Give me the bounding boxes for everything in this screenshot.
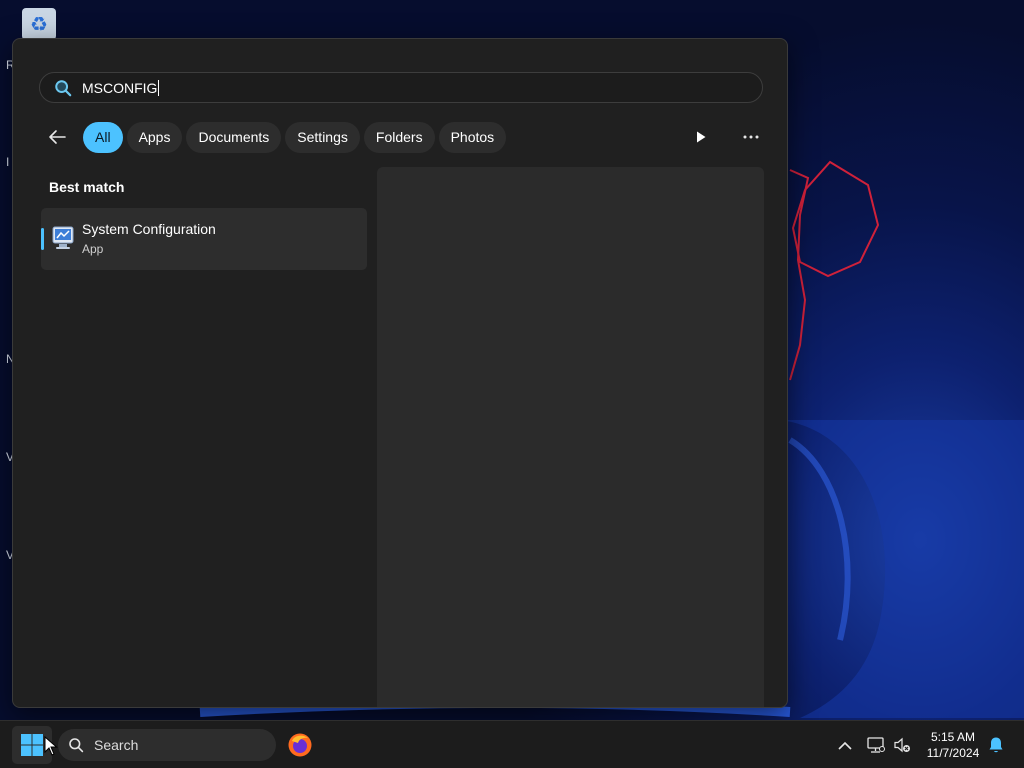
more-horizontal-icon	[743, 135, 759, 139]
search-input[interactable]: MSCONFIG	[82, 79, 762, 96]
clock-date: 11/7/2024	[926, 746, 980, 760]
firefox-taskbar-button[interactable]	[286, 731, 314, 759]
options-button[interactable]	[733, 121, 769, 153]
show-hidden-icons-button[interactable]	[835, 735, 855, 755]
search-icon	[55, 79, 72, 96]
filter-tab-photos[interactable]: Photos	[438, 121, 507, 153]
best-match-heading: Best match	[49, 179, 125, 195]
firefox-icon	[288, 733, 312, 757]
taskbar-search-label: Search	[94, 737, 139, 753]
filter-tab-settings[interactable]: Settings	[285, 121, 360, 153]
back-button[interactable]	[39, 121, 75, 153]
filter-row-tools	[669, 121, 769, 153]
play-icon	[697, 131, 706, 143]
volume-muted-icon	[894, 737, 910, 753]
search-box[interactable]: MSCONFIG	[39, 72, 763, 103]
windows-logo-icon	[21, 734, 43, 756]
network-icon	[867, 737, 885, 753]
start-search-panel: MSCONFIG All Apps Documents Settings Fol…	[12, 38, 788, 708]
notifications-button[interactable]	[986, 735, 1006, 755]
filter-tab-documents[interactable]: Documents	[186, 121, 282, 153]
search-query-text: MSCONFIG	[82, 79, 158, 96]
bell-icon	[989, 737, 1003, 753]
best-match-result[interactable]: System Configuration App	[41, 208, 367, 270]
taskbar: Search 5:15 AM 11/7/2024	[0, 720, 1024, 768]
desktop-icon-label-fragment: I	[6, 155, 10, 169]
arrow-left-icon	[49, 130, 66, 144]
system-configuration-icon	[52, 226, 74, 249]
mouse-cursor-icon	[44, 736, 58, 756]
network-status-button[interactable]	[866, 735, 886, 755]
chevron-up-icon	[838, 741, 852, 750]
filter-tab-all[interactable]: All	[83, 121, 123, 153]
selection-indicator	[41, 228, 44, 250]
result-preview-pane	[377, 167, 764, 707]
filter-row: All Apps Documents Settings Folders Phot…	[39, 121, 769, 153]
taskbar-clock[interactable]: 5:15 AM 11/7/2024	[918, 729, 988, 761]
filter-tab-folders[interactable]: Folders	[363, 121, 435, 153]
result-title: System Configuration	[82, 221, 216, 237]
recycle-bin-icon[interactable]: ♻	[22, 8, 56, 40]
taskbar-search-box[interactable]: Search	[58, 729, 276, 761]
search-icon	[69, 738, 84, 753]
filter-tab-apps[interactable]: Apps	[126, 121, 183, 153]
clock-time: 5:15 AM	[930, 730, 976, 744]
text-caret	[158, 79, 160, 96]
more-filters-button[interactable]	[683, 121, 719, 153]
result-subtitle: App	[82, 242, 104, 256]
volume-button[interactable]	[892, 735, 912, 755]
